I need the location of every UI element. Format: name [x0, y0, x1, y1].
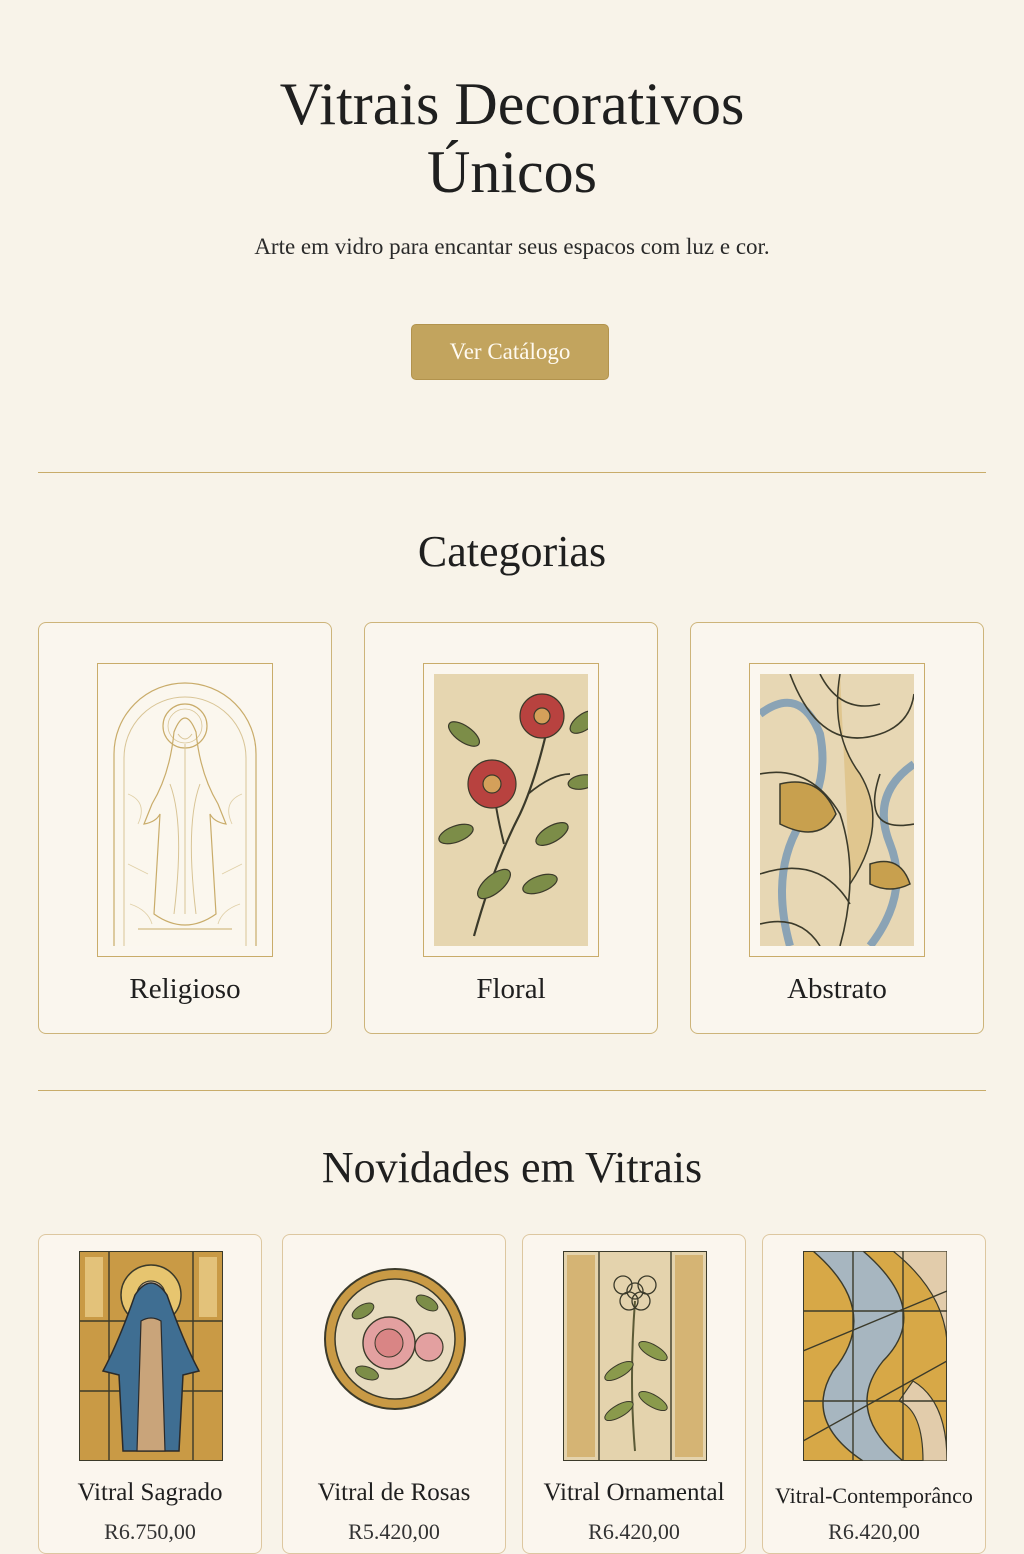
product-price: R6.420,00 [828, 1519, 920, 1544]
section-divider [38, 472, 986, 473]
view-catalog-button[interactable]: Ver Catálogo [411, 324, 609, 380]
new-products-title: Novidades em Vitrais [321, 1143, 703, 1192]
category-image-frame [749, 663, 925, 957]
category-image-frame [423, 663, 599, 957]
hero-title-line1: Vitrais Decorativos [279, 71, 745, 137]
category-label: Floral [476, 973, 546, 1005]
product-card-contemporaneo[interactable]: Vitral-Contemporânco R6.420,00 [762, 1234, 986, 1554]
category-label: Religioso [129, 973, 241, 1005]
category-image-frame [97, 663, 273, 957]
floral-stained-glass-icon [434, 674, 588, 946]
categories-title: Categorias [417, 527, 607, 576]
hero-subtitle: Arte em vidro para encantar seus espacos… [254, 234, 770, 259]
product-price: R6.420,00 [588, 1519, 680, 1544]
category-card-religious[interactable]: Religioso [38, 622, 332, 1034]
abstract-stained-glass-icon [760, 674, 914, 946]
ornamental-flower-stained-glass-icon [563, 1251, 707, 1461]
contemporary-stained-glass-icon [803, 1251, 947, 1461]
religious-stained-glass-sketch-icon [113, 682, 257, 946]
product-price: R5.420,00 [348, 1519, 440, 1544]
product-name: Vitral Ornamental [543, 1479, 725, 1506]
product-card-ornamental[interactable]: Vitral Ornamental R6.420,00 [522, 1234, 746, 1554]
section-divider [38, 1090, 986, 1091]
category-label: Abstrato [787, 973, 887, 1005]
hero-title: Vitrais Decorativos Únicos [212, 70, 812, 206]
hero-title-line2: Únicos [427, 139, 597, 205]
product-name: Vitral de Rosas [317, 1479, 471, 1506]
product-card-sagrado[interactable]: Vitral Sagrado R6.750,00 [38, 1234, 262, 1554]
rose-round-stained-glass-icon [324, 1268, 466, 1410]
category-card-floral[interactable]: Floral [364, 622, 658, 1034]
product-name: Vitral-Contemporânco [775, 1483, 973, 1508]
product-name: Vitral Sagrado [77, 1479, 223, 1506]
category-card-abstract[interactable]: Abstrato [690, 622, 984, 1034]
product-card-rosas[interactable]: Vitral de Rosas R5.420,00 [282, 1234, 506, 1554]
madonna-stained-glass-icon [79, 1251, 223, 1461]
product-price: R6.750,00 [104, 1519, 196, 1544]
